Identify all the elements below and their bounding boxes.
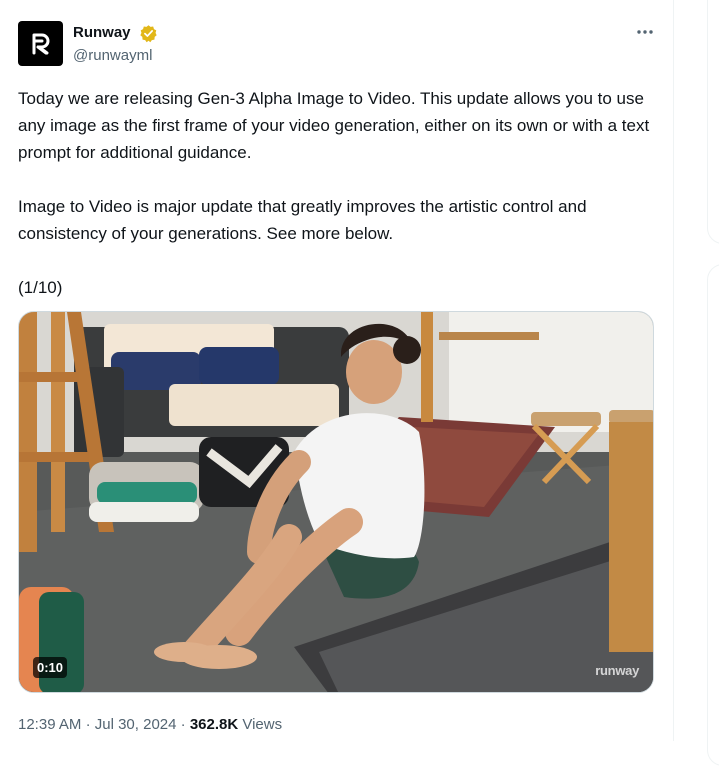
verified-badge-icon[interactable]: [139, 24, 158, 43]
tweet-text: Today we are releasing Gen-3 Alpha Image…: [18, 85, 658, 301]
tweet-paragraph: Today we are releasing Gen-3 Alpha Image…: [18, 89, 650, 162]
sidebar-card: [707, 264, 719, 766]
tweet-time[interactable]: 12:39 AM: [18, 716, 81, 733]
video-frame: [19, 312, 653, 692]
video-player[interactable]: 0:10 runway: [18, 311, 654, 693]
views-label: Views: [242, 716, 283, 733]
separator: ·: [85, 716, 91, 733]
video-watermark: runway: [595, 663, 639, 678]
author-display-name[interactable]: Runway: [73, 23, 131, 43]
more-options-button[interactable]: [633, 22, 657, 42]
tweet-paragraph: Image to Video is major update that grea…: [18, 197, 587, 243]
sidebar-card: [707, 0, 719, 244]
separator: ·: [180, 716, 186, 733]
tweet-paragraph: (1/10): [18, 278, 63, 297]
author-handle[interactable]: @runwayml: [73, 46, 152, 66]
column-divider: [673, 0, 674, 741]
video-duration-badge: 0:10: [33, 657, 68, 678]
runway-logo-icon: [32, 33, 49, 54]
tweet-metadata: 12:39 AM · Jul 30, 2024 · 362.8K Views: [18, 715, 282, 735]
tweet-date[interactable]: Jul 30, 2024: [95, 716, 177, 733]
more-options-icon: [637, 30, 653, 34]
avatar[interactable]: [18, 21, 63, 66]
views-count: 362.8K: [189, 716, 239, 733]
